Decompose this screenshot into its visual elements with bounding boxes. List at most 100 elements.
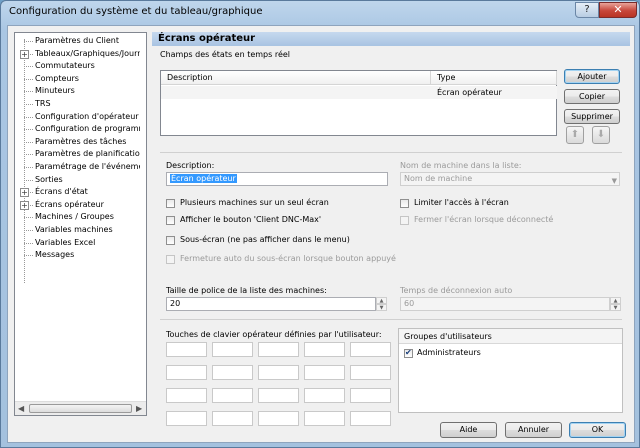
tree-item-label: Paramétrage de l'événement [35,162,140,171]
machine-name-select[interactable]: Nom de machine ▼ [400,172,620,186]
font-size-input[interactable]: 20 [166,297,376,311]
tree-item-label: Commutateurs [35,61,95,71]
font-size-label: Taille de police de la liste des machine… [166,286,327,295]
description-input[interactable]: Écran opérateur [166,172,388,186]
keyboard-key-field[interactable] [304,388,345,403]
column-header-description[interactable]: Description [161,71,431,85]
tree-item[interactable]: Configuration de programme [15,123,140,136]
auto-close-checkbox[interactable] [166,255,175,264]
help-button[interactable]: Aide [440,422,497,438]
multi-machines-checkbox[interactable] [166,199,175,208]
close-disconnect-checkbox[interactable] [400,216,409,225]
operator-screens-panel: Écrans opérateur Champs des états en tem… [152,32,630,426]
keyboard-key-field[interactable] [166,342,207,357]
separator [160,319,622,320]
keyboard-key-field[interactable] [350,342,391,357]
move-up-icon[interactable]: ⬆ [566,126,584,144]
keyboard-key-field[interactable] [212,365,253,380]
keyboard-key-field[interactable] [350,388,391,403]
scroll-left-icon[interactable]: ◀ [18,404,24,413]
tree-item[interactable]: Variables Excel [15,237,140,250]
title-bar[interactable]: Configuration du système et du tableau/g… [1,1,639,23]
keyboard-key-field[interactable] [304,365,345,380]
tree-item[interactable]: + Écrans d'état [15,186,140,199]
group-checkbox-administrateurs[interactable] [404,348,413,358]
keyboard-key-field[interactable] [258,365,299,380]
tree-item-label: Paramètres de planification [35,149,140,159]
config-window: Configuration du système et du tableau/g… [0,0,640,448]
spin-down-icon[interactable]: ▼ [610,304,621,311]
keyboard-key-field[interactable] [212,342,253,357]
keyboard-key-field[interactable] [166,365,207,380]
tree-item[interactable]: Commutateurs [15,60,140,73]
grid-cell-description[interactable] [161,86,431,99]
tree-item[interactable]: Paramètres de planification [15,148,140,161]
keyboard-key-field[interactable] [304,411,345,426]
dnc-button-checkbox[interactable] [166,216,175,225]
column-header-type[interactable]: Type [431,71,557,85]
spin-down-icon[interactable]: ▼ [376,304,387,311]
settings-tree[interactable]: ◀ ▶ Paramètres du Client + Tableaux/Graphi… [14,32,147,416]
tree-item[interactable]: Compteurs [15,73,140,86]
tree-item-label: Messages [35,250,75,260]
keyboard-key-field[interactable] [258,388,299,403]
keyboard-key-field[interactable] [166,388,207,403]
move-down-icon[interactable]: ⬇ [592,126,610,144]
expand-icon[interactable]: + [20,49,29,59]
tree-item-label: Variables Excel [35,237,96,247]
limit-access-checkbox[interactable] [400,199,409,208]
keyboard-key-field[interactable] [350,411,391,426]
tree-item-label: Variables machines [35,225,113,234]
tree-item[interactable]: Paramètres du Client [15,35,140,48]
tree-item[interactable]: Paramétrage de l'événement [15,161,140,174]
auto-close-label: Fermeture auto du sous-écran lorsque bou… [180,254,396,263]
sub-screen-label: Sous-écran (ne pas afficher dans le menu… [180,235,350,244]
tree-item[interactable]: Messages [15,249,140,262]
dialog-body: ◀ ▶ Paramètres du Client + Tableaux/Graphi… [7,25,635,443]
keyboard-key-field[interactable] [258,342,299,357]
tree-item[interactable]: Paramètres des tâches [15,136,140,149]
multi-machines-label: Plusieurs machines sur un seul écran [180,198,329,207]
keyboard-key-field[interactable] [304,342,345,357]
keyboard-key-field[interactable] [350,365,391,380]
tree-item[interactable]: Variables machines [15,224,140,237]
sub-screen-checkbox[interactable] [166,236,175,245]
scroll-right-icon[interactable]: ▶ [136,404,142,413]
fields-grid[interactable]: Description Type Écran opérateur [160,70,557,136]
expand-icon[interactable]: + [20,200,29,210]
tree-item[interactable]: + Tableaux/Graphiques/Journa [15,48,140,61]
description-value: Écran opérateur [170,174,237,183]
tree-item[interactable]: Sorties [15,174,140,187]
cancel-button[interactable]: Annuler [505,422,562,438]
grid-cell-type[interactable]: Écran opérateur [431,86,557,99]
tree-horizontal-scrollbar[interactable]: ◀ ▶ [15,401,146,415]
ok-button[interactable]: OK [569,422,626,438]
tree-item[interactable]: Configuration d'opérateur [15,111,140,124]
close-window-button[interactable]: ✕ [599,2,637,18]
tree-item[interactable]: TRS [15,98,140,111]
spin-up-icon[interactable]: ▲ [610,297,621,304]
font-size-spinner[interactable]: ▲ ▼ [376,297,387,311]
description-label: Description: [166,161,215,170]
keyboard-key-field[interactable] [258,411,299,426]
spin-up-icon[interactable]: ▲ [376,297,387,304]
tree-item[interactable]: Machines / Groupes [15,211,140,224]
tree-item-label: Sorties [35,174,63,184]
tree-connector [24,230,33,231]
chevron-down-icon: ▼ [611,177,617,185]
keyboard-key-field[interactable] [212,411,253,426]
keyboard-key-field[interactable] [166,411,207,426]
expand-icon[interactable]: + [20,188,29,198]
delete-button[interactable]: Supprimer [564,109,620,124]
keyboard-key-field[interactable] [212,388,253,403]
disconnect-spinner[interactable]: ▲ ▼ [610,297,621,311]
disconnect-time-input[interactable]: 60 [400,297,610,311]
scroll-thumb[interactable] [29,404,132,413]
tree-item[interactable]: + Écrans opérateur [15,199,140,212]
tree-item-label: Écrans d'état [35,187,88,197]
tree-item[interactable]: Minuteurs [15,85,140,98]
add-button[interactable]: Ajouter [564,69,620,84]
help-title-button[interactable]: ? [575,2,599,18]
window-title: Configuration du système et du tableau/g… [9,6,263,17]
copy-button[interactable]: Copier [564,89,620,104]
